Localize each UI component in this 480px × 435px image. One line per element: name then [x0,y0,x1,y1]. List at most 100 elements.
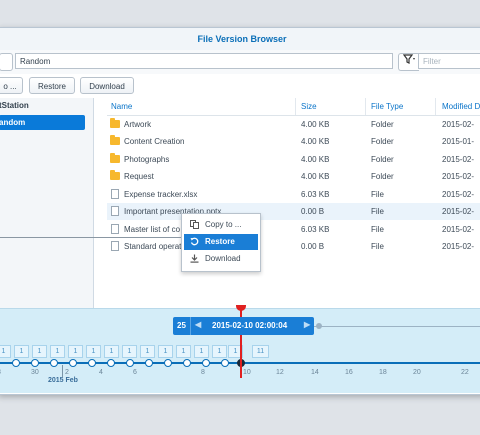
file-type: File [371,242,384,251]
file-modified: 2015-02- [442,120,475,129]
version-badge[interactable]: 1 [86,345,101,358]
version-dot[interactable] [145,359,153,367]
version-badge[interactable]: 1 [212,345,227,358]
file-name: Standard operat [124,242,182,251]
version-badge[interactable]: 1 [0,345,11,358]
file-type: Folder [371,120,394,129]
file-modified: 2015-02- [442,190,475,199]
table-row-selected[interactable]: Important presentation.pptx 0.00 B File … [107,203,480,220]
column-file-type[interactable]: File Type [371,102,403,111]
version-dot[interactable] [221,359,229,367]
menu-item-restore[interactable]: Restore [184,234,258,250]
version-badge[interactable]: 1 [122,345,137,358]
file-icon [111,206,119,216]
file-size: 4.00 KB [301,172,330,181]
timeline-tick: 22 [461,369,469,376]
version-badge[interactable]: 1 [158,345,173,358]
version-badge[interactable]: 1 [50,345,65,358]
table-row[interactable]: Expense tracker.xlsx 6.03 KB File 2015-0… [107,186,480,203]
file-modified: 2015-02- [442,172,475,181]
version-dot[interactable] [164,359,172,367]
version-badge[interactable]: 11 [252,345,269,358]
filter-input[interactable]: Filter [418,53,480,69]
file-size: 6.03 KB [301,190,330,199]
file-size: 0.00 B [301,207,325,216]
file-modified: 2015-02- [442,207,475,216]
version-badge[interactable]: 1 [194,345,209,358]
table-row[interactable]: Master list of co 6.03 KB File 2015-02- [107,221,480,238]
copy-to-button[interactable]: o ... [0,77,23,94]
timeline-tick: 10 [243,369,251,376]
timeline-connector [314,326,480,327]
window-title: File Version Browser [0,28,480,51]
file-name: Expense tracker.xlsx [124,190,198,199]
file-name: Artwork [124,120,152,129]
table-row[interactable]: Request 4.00 KB Folder 2015-02- [107,168,480,185]
file-type: Folder [371,137,394,146]
version-badge[interactable]: 1 [140,345,155,358]
version-dot[interactable] [107,359,115,367]
download-icon [190,254,199,263]
file-size: 4.00 KB [301,155,330,164]
restore-button[interactable]: Restore [29,77,75,94]
download-button[interactable]: Download [80,77,134,94]
column-modified[interactable]: Modified D [442,102,480,111]
forward-button[interactable] [0,53,13,71]
timeline-connector-dot [316,323,322,329]
timeline-tick: 16 [345,369,353,376]
file-name: Request [124,172,154,181]
version-dot[interactable] [31,359,39,367]
version-dot[interactable] [126,359,134,367]
menu-item-copy-to[interactable]: Copy to ... [184,217,258,233]
folder-icon [110,118,120,128]
file-name: Master list of co [124,225,181,234]
version-dot[interactable] [12,359,20,367]
version-count: 25 [177,321,186,330]
timeline-tick: 12 [276,369,284,376]
column-name[interactable]: Name [111,102,132,111]
copy-icon [190,220,199,229]
file-icon [111,241,119,251]
folder-icon [110,135,120,145]
table-row[interactable]: Artwork 4.00 KB Folder 2015-02- [107,116,480,133]
file-name: Photographs [124,155,170,164]
version-dot[interactable] [202,359,210,367]
table-row[interactable]: Content Creation 4.00 KB Folder 2015-01- [107,133,480,150]
table-row[interactable]: Photographs 4.00 KB Folder 2015-02- [107,151,480,168]
table-row[interactable]: Standard operat 0.00 B File 2015-02- [107,238,480,255]
current-version-time: 2015-02-10 02:00:04 [212,321,288,330]
column-size[interactable]: Size [301,102,317,111]
version-dot[interactable] [183,359,191,367]
path-field[interactable]: Random [15,53,393,69]
version-badge[interactable]: 1 [176,345,191,358]
file-icon [111,189,119,199]
next-version-icon[interactable]: ▶ [304,320,310,329]
version-dot[interactable] [69,359,77,367]
version-badge[interactable]: 1 [32,345,47,358]
month-divider [62,365,63,377]
file-modified: 2015-01- [442,137,475,146]
file-size: 0.00 B [301,242,325,251]
version-badge[interactable]: 1 [68,345,83,358]
version-dot[interactable] [88,359,96,367]
version-badge[interactable]: 1 [14,345,29,358]
prev-version-icon[interactable]: ◀ [195,320,201,329]
filter-button[interactable] [398,53,419,71]
menu-item-download[interactable]: Download [184,251,258,267]
file-type: File [371,207,384,216]
sidebar-root[interactable]: tStation [0,101,29,110]
path-toolbar: Random Filter [0,50,480,74]
timeline-tick: 8 [0,369,1,376]
sidebar-item-random[interactable]: andom [0,115,85,130]
version-time-display: 25 ◀ 2015-02-10 02:00:04 ▶ [173,317,314,335]
version-dot[interactable] [50,359,58,367]
timeline-tick: 4 [99,369,103,376]
timeline-tick: 18 [379,369,387,376]
timeline-tick: 30 [31,369,39,376]
timeline-tick: 8 [201,369,205,376]
file-size: 4.00 KB [301,120,330,129]
timeline-tick: 2 [65,369,69,376]
table-header: Name Size File Type Modified D [107,98,480,116]
timeline-tick: 20 [413,369,421,376]
version-badge[interactable]: 1 [104,345,119,358]
